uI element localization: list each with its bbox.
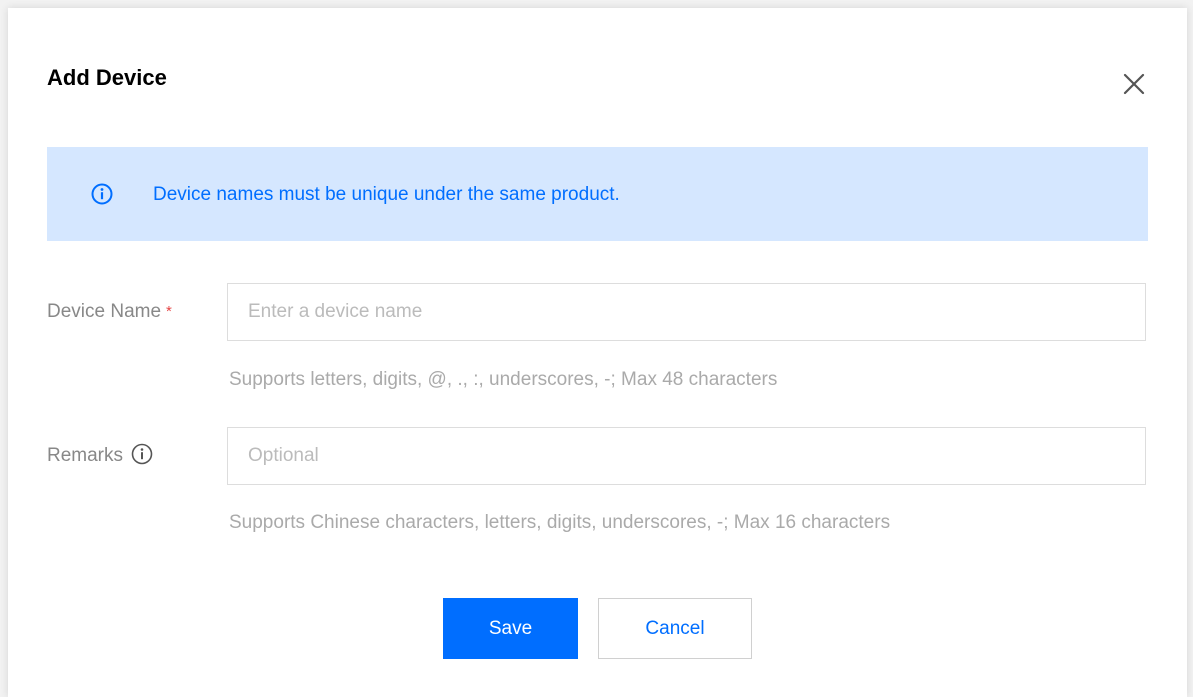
save-button[interactable]: Save (443, 598, 578, 659)
info-circle-icon (91, 183, 113, 205)
add-device-dialog: Add Device Device names must be unique u… (8, 8, 1187, 697)
device-name-help: Supports letters, digits, @, ., :, under… (229, 369, 778, 390)
cancel-button[interactable]: Cancel (598, 598, 752, 659)
device-name-input[interactable] (227, 283, 1146, 341)
info-notice: Device names must be unique under the sa… (47, 147, 1148, 241)
remarks-label-text: Remarks (47, 445, 124, 466)
remarks-help: Supports Chinese characters, letters, di… (229, 512, 891, 533)
notice-text: Device names must be unique under the sa… (153, 184, 620, 205)
required-star: * (166, 303, 172, 320)
remarks-label: Remarks (47, 443, 153, 468)
remarks-input[interactable] (227, 427, 1146, 485)
dialog-title: Add Device (47, 65, 167, 90)
device-name-label: Device Name * (47, 300, 172, 324)
close-icon[interactable] (1120, 70, 1148, 98)
device-name-label-text: Device Name (47, 301, 162, 322)
info-circle-icon[interactable] (131, 443, 153, 465)
